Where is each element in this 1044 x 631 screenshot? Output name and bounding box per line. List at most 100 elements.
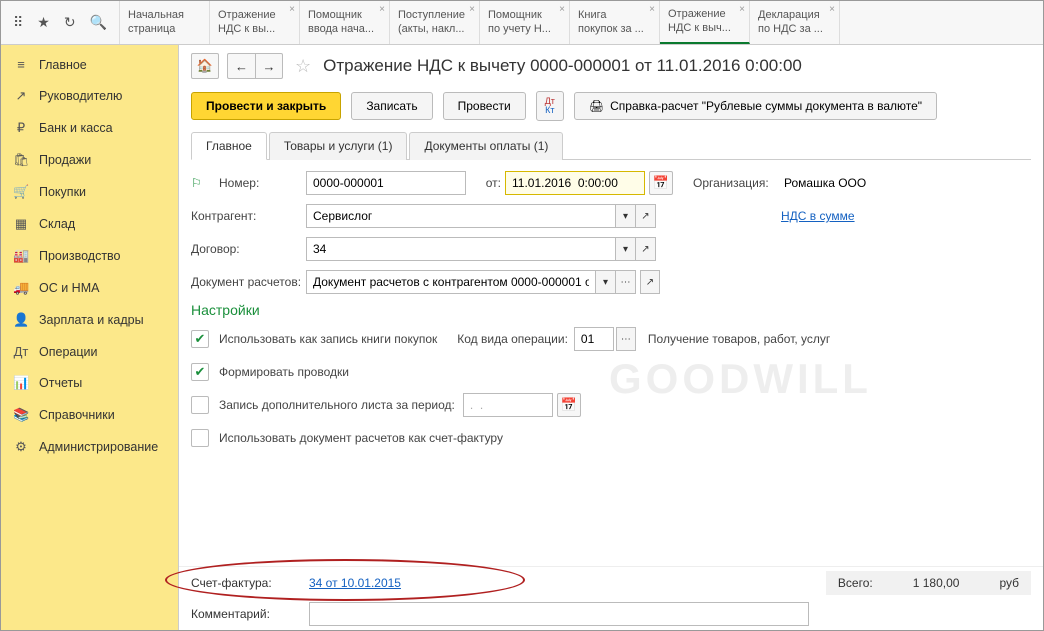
opcode-desc: Получение товаров, работ, услуг — [648, 332, 830, 346]
favorite-icon[interactable]: ☆ — [291, 56, 315, 77]
sidebar-item-8[interactable]: 👤 Зарплата и кадры — [1, 304, 178, 336]
chk-addsheet[interactable] — [191, 396, 209, 414]
sidebar-icon: ≡ — [13, 57, 29, 72]
contragent-dropdown[interactable]: ▾ — [616, 204, 636, 228]
tab-close-icon[interactable]: × — [739, 4, 745, 16]
org-label: Организация: — [693, 176, 778, 190]
app-tab-0[interactable]: Начальнаястраница — [120, 1, 210, 44]
sidebar-item-5[interactable]: ▦Склад — [1, 208, 178, 240]
tab-close-icon[interactable]: × — [379, 4, 385, 16]
apps-icon[interactable]: ⠿ — [13, 14, 23, 31]
app-tab-1[interactable]: ОтражениеНДС к вы...× — [210, 1, 300, 44]
sidebar-item-10[interactable]: 📊 Отчеты — [1, 367, 178, 399]
tab-line2: страница — [128, 23, 201, 36]
chk-book-label: Использовать как запись книги покупок — [219, 332, 437, 346]
docrasch-label: Документ расчетов: — [191, 275, 306, 289]
forward-button[interactable]: → — [255, 53, 283, 79]
chk-book[interactable] — [191, 330, 209, 348]
inner-tab-0[interactable]: Главное — [191, 132, 267, 160]
app-tab-2[interactable]: Помощникввода нача...× — [300, 1, 390, 44]
sidebar-icon: 🛍 — [13, 152, 29, 168]
total-label: Всего: — [838, 576, 873, 590]
sidebar-item-12[interactable]: ⚙Администрирование — [1, 431, 178, 463]
help-calc-button[interactable]: 🖨 Справка-расчет "Рублевые суммы докумен… — [574, 92, 937, 120]
tab-close-icon[interactable]: × — [289, 4, 295, 16]
comment-label: Комментарий: — [191, 607, 309, 621]
sidebar-icon: 📊 — [13, 375, 29, 391]
docrasch-dots[interactable]: ⋯ — [616, 270, 636, 294]
sidebar-label: Руководителю — [39, 89, 122, 103]
settings-title: Настройки — [191, 302, 1031, 318]
search-icon[interactable]: 🔍 — [90, 14, 107, 31]
contract-open[interactable]: ↗ — [636, 237, 656, 261]
inner-tab-2[interactable]: Документы оплаты (1) — [409, 132, 563, 160]
sidebar-label: Зарплата и кадры — [39, 313, 144, 327]
home-button[interactable]: 🏠 — [191, 53, 219, 79]
calendar-icon[interactable]: 📅 — [649, 171, 673, 195]
sidebar-item-2[interactable]: ₽Банк и касса — [1, 112, 178, 144]
app-tab-4[interactable]: Помощникпо учету Н...× — [480, 1, 570, 44]
tab-line2: НДС к вы... — [218, 23, 291, 36]
tab-line1: Поступление — [398, 9, 471, 22]
docrasch-dropdown[interactable]: ▾ — [596, 270, 616, 294]
sidebar-item-0[interactable]: ≡Главное — [1, 49, 178, 80]
date-input[interactable] — [505, 171, 645, 195]
opcode-input[interactable] — [574, 327, 614, 351]
period-input — [463, 393, 553, 417]
sidebar-item-3[interactable]: 🛍Продажи — [1, 144, 178, 176]
sidebar-item-9[interactable]: ДтОперации — [1, 336, 178, 367]
history-icon[interactable]: ↻ — [64, 14, 76, 31]
chk-postings[interactable] — [191, 363, 209, 381]
tab-line1: Отражение — [668, 8, 741, 21]
tab-close-icon[interactable]: × — [649, 4, 655, 16]
post-close-button[interactable]: Провести и закрыть — [191, 92, 341, 120]
sidebar-label: Склад — [39, 217, 75, 231]
sidebar-icon: 🏭 — [13, 248, 29, 264]
sidebar-item-7[interactable]: 🚚ОС и НМА — [1, 272, 178, 304]
app-tab-5[interactable]: Книгапокупок за ...× — [570, 1, 660, 44]
app-tab-7[interactable]: Декларацияпо НДС за ...× — [750, 1, 840, 44]
opcode-label: Код вида операции: — [457, 332, 568, 346]
tab-close-icon[interactable]: × — [829, 4, 835, 16]
star-icon[interactable]: ★ — [37, 14, 50, 31]
tab-close-icon[interactable]: × — [469, 4, 475, 16]
sidebar-item-11[interactable]: 📚Справочники — [1, 399, 178, 431]
app-tab-6[interactable]: ОтражениеНДС к выч...× — [660, 1, 750, 44]
docrasch-input[interactable] — [306, 270, 596, 294]
footer-comment-row: Комментарий: — [179, 598, 1043, 630]
contragent-open[interactable]: ↗ — [636, 204, 656, 228]
chk-addsheet-label: Запись дополнительного листа за период: — [219, 398, 455, 412]
sidebar-item-6[interactable]: 🏭Производство — [1, 240, 178, 272]
app-tab-3[interactable]: Поступление(акты, накл... × — [390, 1, 480, 44]
dtkt-button[interactable]: ДтКт — [536, 91, 564, 121]
tab-line2: (акты, накл... — [398, 23, 471, 36]
org-input[interactable] — [778, 171, 978, 195]
sidebar-label: Отчеты — [39, 376, 82, 390]
sidebar-icon: Дт — [13, 344, 29, 359]
sf-link[interactable]: 34 от 10.01.2015 — [309, 576, 401, 590]
contract-label: Договор: — [191, 242, 306, 256]
nds-link[interactable]: НДС в сумме — [781, 209, 855, 223]
flag-icon[interactable]: ⚐ — [191, 176, 219, 190]
total-value: 1 180,00 — [913, 576, 960, 590]
chk-sf[interactable] — [191, 429, 209, 447]
back-button[interactable]: ← — [227, 53, 255, 79]
number-input[interactable] — [306, 171, 466, 195]
post-button[interactable]: Провести — [443, 92, 526, 120]
total-currency: руб — [999, 576, 1019, 590]
save-button[interactable]: Записать — [351, 92, 432, 120]
opcode-dots[interactable]: ⋯ — [616, 327, 636, 351]
contract-dropdown[interactable]: ▾ — [616, 237, 636, 261]
sidebar-icon: 👤 — [13, 312, 29, 328]
comment-input[interactable] — [309, 602, 809, 626]
contragent-input[interactable] — [306, 204, 616, 228]
tab-close-icon[interactable]: × — [559, 4, 565, 16]
inner-tab-1[interactable]: Товары и услуги (1) — [269, 132, 408, 160]
sidebar-label: Администрирование — [39, 440, 158, 454]
docrasch-open[interactable]: ↗ — [640, 270, 660, 294]
sidebar-label: ОС и НМА — [39, 281, 99, 295]
sidebar-item-1[interactable]: ↗Руководителю — [1, 80, 178, 112]
contract-input[interactable] — [306, 237, 616, 261]
period-calendar-icon[interactable]: 📅 — [557, 393, 581, 417]
sidebar-item-4[interactable]: 🛒Покупки — [1, 176, 178, 208]
